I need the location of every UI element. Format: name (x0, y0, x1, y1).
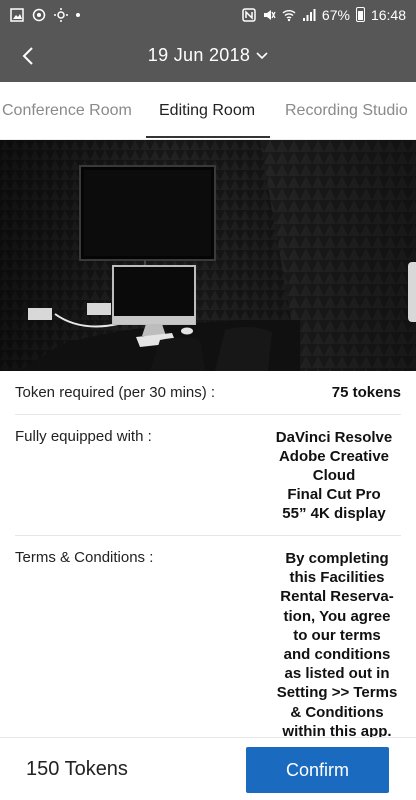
equipment-item: 55” 4K display (282, 505, 386, 522)
terms-text: By completing this Facilities Rental Res… (267, 536, 407, 746)
room-photo (0, 140, 416, 371)
equipment-item: Adobe Creative (278, 448, 390, 465)
room-details: Token required (per 30 mins) : 75 tokens… (0, 371, 416, 746)
clock: 16:48 (370, 6, 406, 23)
equipment-list: DaVinci Resolve Adobe Creative Cloud Fin… (261, 415, 407, 535)
token-required-value: 75 tokens (331, 384, 401, 401)
confirm-button[interactable]: Confirm (246, 747, 389, 793)
token-required-label: Token required (per 30 mins) : (15, 384, 216, 401)
equipment-item: Final Cut Pro (287, 486, 381, 503)
back-button[interactable] (14, 42, 42, 70)
equipment-item: Cloud (312, 467, 356, 484)
tab-editing-room[interactable]: Editing Room (159, 82, 256, 139)
terms-line: this Facilities (289, 569, 385, 587)
terms-line: as listed out in (284, 665, 390, 683)
terms-row: Terms & Conditions : By completing this … (15, 536, 401, 746)
scroll-handle[interactable] (408, 262, 416, 322)
terms-line: tion, You agree (283, 607, 391, 625)
app-header: 19 Jun 2018 (0, 29, 416, 82)
equipment-row: Fully equipped with : DaVinci Resolve Ad… (15, 415, 401, 536)
dot-icon (76, 12, 80, 17)
mute-icon (263, 9, 276, 20)
equipment-item: DaVinci Resolve (275, 429, 393, 446)
terms-line: Setting >> Terms (276, 684, 398, 702)
booking-footer: 150 Tokens Confirm (0, 737, 416, 800)
terms-line: to our terms (293, 626, 381, 644)
wifi-icon (282, 9, 296, 21)
terms-line: By completing (285, 550, 389, 567)
token-total: 150 Tokens (26, 757, 128, 780)
sync-icon (32, 8, 46, 21)
terms-line: & Conditions (290, 703, 384, 721)
gallery-icon (10, 7, 24, 22)
tab-label: Recording Studio (285, 102, 408, 119)
equipment-label: Fully equipped with : (15, 428, 152, 445)
chevron-down-icon (256, 51, 268, 59)
date-label: 19 Jun 2018 (147, 45, 251, 65)
battery-percent: 67% (321, 6, 350, 23)
chevron-left-icon (22, 47, 33, 65)
active-tab-indicator (146, 136, 270, 138)
tab-label: Editing Room (159, 102, 256, 119)
battery-icon (355, 7, 365, 22)
terms-line: Rental Reserva- (280, 588, 394, 606)
token-required-row: Token required (per 30 mins) : 75 tokens (15, 371, 401, 415)
tab-label: Conference Room (2, 102, 132, 119)
tab-recording-studio[interactable]: Recording Studio (285, 82, 408, 139)
nfc-icon (242, 7, 256, 22)
room-tabs: Conference Room Editing Room Recording S… (0, 82, 416, 140)
status-bar: 67% 16:48 (0, 0, 416, 29)
settings-sun-icon (54, 7, 68, 22)
terms-label: Terms & Conditions : (15, 549, 154, 566)
date-selector[interactable]: 19 Jun 2018 (148, 45, 268, 66)
terms-line: and conditions (283, 646, 391, 664)
tab-conference-room[interactable]: Conference Room (2, 82, 132, 139)
signal-icon (302, 8, 316, 21)
